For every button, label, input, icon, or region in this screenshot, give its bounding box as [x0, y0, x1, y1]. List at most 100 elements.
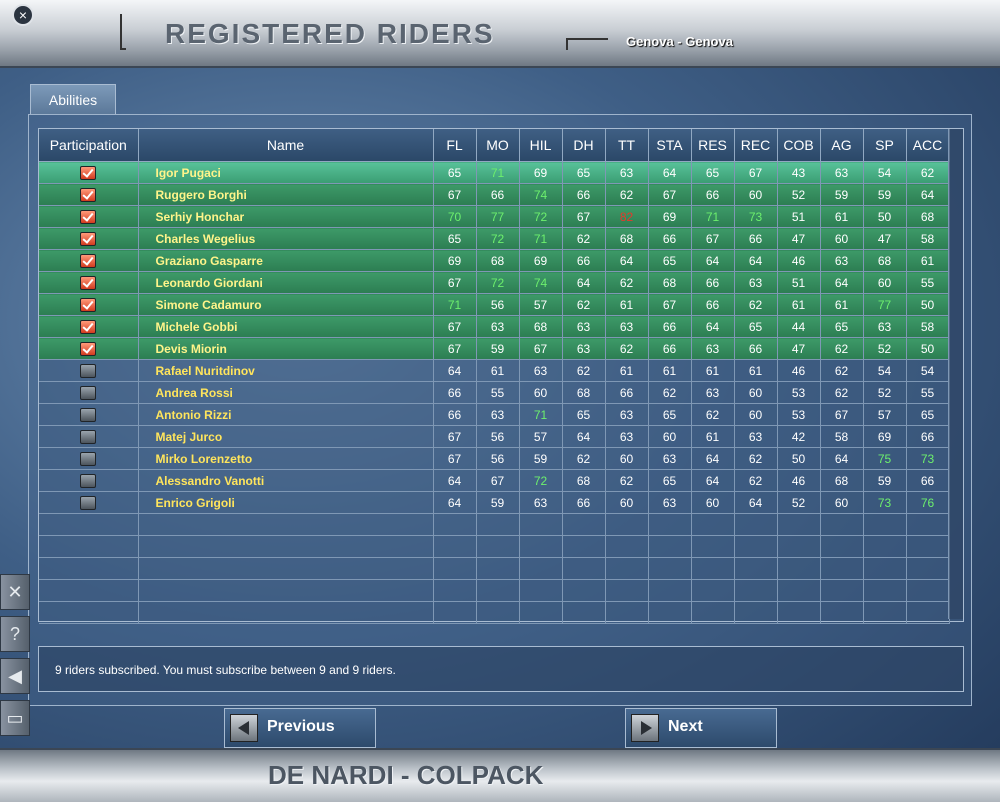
table-row[interactable]: Devis Miorin 67 59 67 63 62 66 63 66 47 62 52 50	[39, 337, 950, 360]
participation-checkbox[interactable]	[80, 385, 97, 400]
participation-checkbox[interactable]	[80, 429, 97, 444]
table-row[interactable]: Enrico Grigoli 64 59 63 66 60 63 60 64 52 60 73 76	[39, 491, 950, 514]
table-row[interactable]: Andrea Rossi 66 55 60 68 66 62 63 60 53 62 52 55	[39, 381, 950, 404]
participation-checkbox[interactable]	[80, 407, 97, 422]
stat-sta: 67	[648, 293, 692, 316]
stat-fl: 66	[433, 381, 477, 404]
stat-res: 66	[691, 293, 735, 316]
empty-cell	[734, 601, 778, 624]
scrollbar[interactable]	[948, 129, 963, 619]
table-row[interactable]: Charles Wegelius 65 72 71 62 68 66 67 66 47 60 47 58	[39, 227, 950, 250]
column-header-tt[interactable]: TT	[605, 129, 649, 162]
arrow-left-icon	[230, 714, 258, 742]
stat-tt: 62	[605, 271, 649, 294]
column-header-mo[interactable]: MO	[476, 129, 520, 162]
stat-mo: 56	[476, 293, 520, 316]
rider-name: Graziano Gasparre	[138, 249, 434, 272]
table-row[interactable]: Ruggero Borghi 67 66 74 66 62 67 66 60 52 59 59 64	[39, 183, 950, 206]
participation-checkbox[interactable]	[80, 473, 97, 488]
empty-cell	[648, 557, 692, 580]
table-row[interactable]: Leonardo Giordani 67 72 74 64 62 68 66 63 51 64 60 5…	[39, 271, 950, 294]
table-row[interactable]: Igor Pugaci 65 71 69 65 63 64 65 67 43 63 54 62	[39, 161, 950, 184]
stat-dh: 64	[562, 425, 606, 448]
participation-checkbox[interactable]	[80, 253, 97, 268]
participation-checkbox[interactable]	[80, 165, 97, 180]
empty-cell	[648, 535, 692, 558]
stat-sp: 75	[863, 447, 907, 470]
column-header-sp[interactable]: SP	[863, 129, 907, 162]
stat-res: 71	[691, 205, 735, 228]
column-header-dh[interactable]: DH	[562, 129, 606, 162]
previous-button[interactable]: Previous	[224, 708, 376, 748]
column-header-cob[interactable]: COB	[777, 129, 821, 162]
participation-cell	[39, 205, 139, 228]
empty-cell	[433, 579, 477, 602]
column-header-acc[interactable]: ACC	[906, 129, 950, 162]
stat-acc: 55	[906, 381, 950, 404]
stat-tt: 66	[605, 381, 649, 404]
stat-sta: 66	[648, 315, 692, 338]
stat-sta: 64	[648, 161, 692, 184]
riders-table: Participation Name FL MO HIL DH TT STA RES REC COB…	[39, 129, 950, 624]
participation-checkbox[interactable]	[80, 319, 97, 334]
empty-cell	[820, 535, 864, 558]
participation-checkbox[interactable]	[80, 209, 97, 224]
table-row[interactable]: Matej Jurco 67 56 57 64 63 60 61 63 42 58 69 66	[39, 425, 950, 448]
stat-cob: 42	[777, 425, 821, 448]
stat-sp: 73	[863, 491, 907, 514]
table-row[interactable]: Alessandro Vanotti 64 67 72 68 62 65 64 62 46 68 59…	[39, 469, 950, 492]
stat-tt: 62	[605, 183, 649, 206]
column-header-ag[interactable]: AG	[820, 129, 864, 162]
stat-sta: 68	[648, 271, 692, 294]
sound-icon[interactable]: ◀	[0, 658, 30, 694]
participation-checkbox[interactable]	[80, 341, 97, 356]
column-header-hil[interactable]: HIL	[519, 129, 563, 162]
chat-icon[interactable]: ▭	[0, 700, 30, 736]
table-row[interactable]: Graziano Gasparre 69 68 69 66 64 65 64 64 46 63 68 6…	[39, 249, 950, 272]
empty-cell	[605, 579, 649, 602]
participation-checkbox[interactable]	[80, 363, 97, 378]
column-header-rec[interactable]: REC	[734, 129, 778, 162]
table-row[interactable]: Michele Gobbi 67 63 68 63 63 66 64 65 44 65 63 58	[39, 315, 950, 338]
rider-name: Alessandro Vanotti	[138, 469, 434, 492]
table-row[interactable]: Mirko Lorenzetto 67 56 59 62 60 63 64 62 50 64 75 73	[39, 447, 950, 470]
stat-hil: 74	[519, 271, 563, 294]
rider-name: Ruggero Borghi	[138, 183, 434, 206]
column-header-name[interactable]: Name	[138, 129, 434, 162]
stat-hil: 74	[519, 183, 563, 206]
table-row[interactable]: Simone Cadamuro 71 56 57 62 61 67 66 62 61 61 77 50	[39, 293, 950, 316]
column-header-fl[interactable]: FL	[433, 129, 477, 162]
next-button[interactable]: Next	[625, 708, 777, 748]
stat-fl: 65	[433, 161, 477, 184]
table-row[interactable]: Serhiy Honchar 70 77 72 67 82 69 71 73 51 61 50 68	[39, 205, 950, 228]
participation-checkbox[interactable]	[80, 275, 97, 290]
stat-hil: 63	[519, 491, 563, 514]
empty-cell	[562, 535, 606, 558]
stat-hil: 57	[519, 293, 563, 316]
participation-checkbox[interactable]	[80, 495, 97, 510]
empty-cell	[777, 601, 821, 624]
stat-ag: 58	[820, 425, 864, 448]
participation-checkbox[interactable]	[80, 187, 97, 202]
empty-cell	[562, 557, 606, 580]
tools-icon[interactable]: ✕	[0, 574, 30, 610]
help-icon[interactable]: ?	[0, 616, 30, 652]
participation-checkbox[interactable]	[80, 297, 97, 312]
participation-checkbox[interactable]	[80, 231, 97, 246]
stat-ag: 68	[820, 469, 864, 492]
column-header-sta[interactable]: STA	[648, 129, 692, 162]
table-row[interactable]: Rafael Nuritdinov 64 61 63 62 61 61 61 61 46 62 54 5…	[39, 359, 950, 382]
participation-checkbox[interactable]	[80, 451, 97, 466]
table-row[interactable]: Antonio Rizzi 66 63 71 65 63 65 62 60 53 67 57 65	[39, 403, 950, 426]
title-decoration	[120, 14, 126, 50]
stat-dh: 62	[562, 359, 606, 382]
stat-dh: 66	[562, 183, 606, 206]
stat-cob: 53	[777, 381, 821, 404]
column-header-res[interactable]: RES	[691, 129, 735, 162]
stat-hil: 67	[519, 337, 563, 360]
empty-cell	[820, 557, 864, 580]
stat-mo: 66	[476, 183, 520, 206]
tab-abilities[interactable]: Abilities	[30, 84, 116, 115]
column-header-participation[interactable]: Participation	[39, 129, 139, 162]
close-icon[interactable]: ×	[12, 4, 34, 26]
